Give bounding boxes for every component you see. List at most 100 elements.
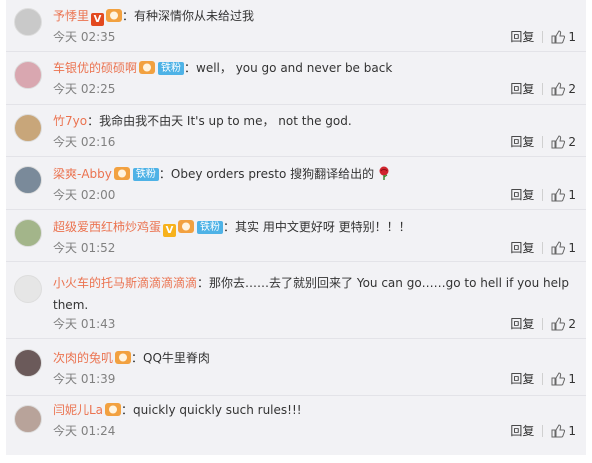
like-button[interactable]: 2 <box>551 134 576 150</box>
reply-button[interactable]: 回复 <box>510 134 534 150</box>
member-level-icon <box>115 351 132 364</box>
thumbs-up-icon <box>551 82 566 96</box>
comment-actions: 回复 1 <box>510 240 576 256</box>
commenter-name[interactable]: 竹7yo <box>53 114 87 128</box>
reply-button[interactable]: 回复 <box>510 81 534 97</box>
comment-text: ：well， you go and never be back <box>184 61 393 75</box>
comment-text: ：其实 用中文更好呀 更特别！！！ <box>223 220 411 234</box>
like-count: 1 <box>568 30 576 44</box>
reply-button[interactable]: 回复 <box>510 371 534 387</box>
avatar[interactable] <box>14 219 42 247</box>
member-level-icon <box>178 220 195 233</box>
comment-actions: 回复 1 <box>510 423 576 439</box>
comment-item: 小火车的托马斯滴滴滴滴滴：那你去……去了就别回来了 You can go……go… <box>6 262 586 339</box>
thumbs-up-icon <box>551 188 566 202</box>
comment-text: ：QQ牛里脊肉 <box>131 351 210 365</box>
comment-actions: 回复 1 <box>510 29 576 45</box>
fan-badge: 铁粉 <box>158 62 185 75</box>
like-button[interactable]: 1 <box>551 371 576 387</box>
comment-time: 今天 02:00 <box>53 188 116 202</box>
comment-text: ：有种深情你从未给过我 <box>122 9 255 23</box>
commenter-name[interactable]: 小火车的托马斯滴滴滴滴滴 <box>53 276 197 290</box>
thumbs-up-icon <box>551 317 566 331</box>
reply-button[interactable]: 回复 <box>510 423 534 439</box>
comment-time: 今天 02:25 <box>53 82 116 96</box>
avatar[interactable] <box>14 8 42 36</box>
comment-actions: 回复 2 <box>510 81 576 97</box>
like-count: 2 <box>568 135 576 149</box>
fan-badge: 铁粉 <box>197 221 224 234</box>
divider <box>542 242 544 254</box>
comment-actions: 回复 1 <box>510 371 576 387</box>
divider <box>542 425 544 437</box>
member-level-icon <box>139 61 156 74</box>
comment-item: 竹7yo：我命由我不由天 It's up to me， not the god.… <box>6 105 586 157</box>
divider <box>542 31 544 43</box>
like-count: 2 <box>568 317 576 331</box>
rose-emoji-icon <box>379 166 389 180</box>
fan-badge: 铁粉 <box>132 168 159 181</box>
thumbs-up-icon <box>551 372 566 386</box>
like-count: 1 <box>568 241 576 255</box>
member-level-icon <box>106 9 123 22</box>
like-count: 1 <box>568 372 576 386</box>
like-count: 1 <box>568 188 576 202</box>
comment-item: 次肉的兔叽 ：QQ牛里脊肉 今天 01:39 回复 1 <box>6 339 586 396</box>
commenter-name[interactable]: 车银优的硕硕啊 <box>53 61 137 75</box>
comment-time: 今天 01:24 <box>53 424 116 438</box>
avatar[interactable] <box>14 275 42 303</box>
avatar[interactable] <box>14 61 42 89</box>
avatar[interactable] <box>14 349 42 377</box>
like-button[interactable]: 1 <box>551 29 576 45</box>
commenter-name[interactable]: 闫妮儿La <box>53 403 103 417</box>
comment-actions: 回复 2 <box>510 134 576 150</box>
reply-button[interactable]: 回复 <box>510 240 534 256</box>
comment-text: ：Obey orders presto 搜狗翻译给出的 <box>158 167 375 181</box>
comment-item: 超级爱西红柿炒鸡蛋 V 铁粉 ：其实 用中文更好呀 更特别！！！ 今天 01:52 回… <box>6 210 586 262</box>
comment-time: 今天 02:35 <box>53 30 116 44</box>
avatar[interactable] <box>14 114 42 142</box>
comment-text: ：quickly quickly such rules!!! <box>121 403 302 417</box>
commenter-name[interactable]: 予悸里 <box>53 9 89 23</box>
member-level-icon <box>105 403 122 416</box>
divider <box>542 136 544 148</box>
comment-item: 车银优的硕硕啊 铁粉 ：well， you go and never be back… <box>6 52 586 105</box>
comment-actions: 回复 1 <box>510 187 576 203</box>
like-count: 1 <box>568 424 576 438</box>
commenter-name[interactable]: 超级爱西红柿炒鸡蛋 <box>53 220 161 234</box>
divider <box>542 373 544 385</box>
verified-badge-icon: V <box>91 13 105 26</box>
divider <box>542 189 544 201</box>
avatar[interactable] <box>14 405 42 433</box>
reply-button[interactable]: 回复 <box>510 29 534 45</box>
reply-button[interactable]: 回复 <box>510 316 534 332</box>
member-level-icon <box>113 167 130 180</box>
like-button[interactable]: 2 <box>551 316 576 332</box>
comment-time: 今天 02:16 <box>53 135 116 149</box>
like-count: 2 <box>568 82 576 96</box>
divider <box>542 318 544 330</box>
comment-time: 今天 01:43 <box>53 317 116 331</box>
comment-list: 予悸里 V ：有种深情你从未给过我 今天 02:35 回复 1 车银优的硕硕啊 铁粉 ：w… <box>6 0 586 455</box>
divider <box>542 83 544 95</box>
comment-text: ：我命由我不由天 It's up to me， not the god. <box>87 114 352 128</box>
thumbs-up-icon <box>551 241 566 255</box>
commenter-name[interactable]: 梁爽-Abby <box>53 167 112 181</box>
avatar[interactable] <box>14 166 42 194</box>
thumbs-up-icon <box>551 135 566 149</box>
comment-item: 闫妮儿La ：quickly quickly such rules!!! 今天 0… <box>6 396 586 455</box>
comment-item: 予悸里 V ：有种深情你从未给过我 今天 02:35 回复 1 <box>6 0 586 52</box>
reply-button[interactable]: 回复 <box>510 187 534 203</box>
like-button[interactable]: 2 <box>551 81 576 97</box>
thumbs-up-icon <box>551 424 566 438</box>
like-button[interactable]: 1 <box>551 423 576 439</box>
like-button[interactable]: 1 <box>551 240 576 256</box>
comment-time: 今天 01:52 <box>53 241 116 255</box>
thumbs-up-icon <box>551 30 566 44</box>
comment-actions: 回复 2 <box>510 316 576 332</box>
comment-item: 梁爽-Abby 铁粉 ：Obey orders presto 搜狗翻译给出的 今天 … <box>6 157 586 210</box>
commenter-name[interactable]: 次肉的兔叽 <box>53 351 113 365</box>
verified-badge-icon: V <box>163 224 177 237</box>
comment-time: 今天 01:39 <box>53 372 116 386</box>
like-button[interactable]: 1 <box>551 187 576 203</box>
